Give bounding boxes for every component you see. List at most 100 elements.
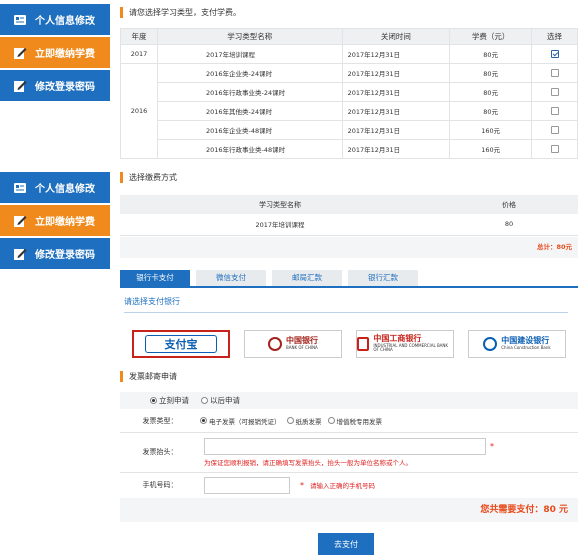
section-header-invoice: 发票邮寄申请 [120, 371, 177, 382]
tab-post-office[interactable]: 邮局汇款 [272, 270, 342, 286]
bank-option-icbc[interactable]: 中国工商银行 INDUSTRIAL AND COMMERCIAL BANK OF… [356, 330, 454, 358]
invoice-type-electronic[interactable]: 电子发票（可报销凭证） [200, 416, 281, 426]
year-cell: 2016 [120, 63, 158, 159]
column-header: 学习类型名称 [120, 195, 440, 214]
invoice-type-vat[interactable]: 增值税专用发票 [327, 416, 382, 426]
course-name-cell: 2016年行政事业类-24课时 [156, 82, 343, 102]
column-header: 选择 [531, 28, 578, 45]
select-checkbox[interactable] [550, 145, 559, 153]
section-title: 发票邮寄申请 [129, 372, 177, 381]
section-header-payment: 选择缴费方式 [120, 172, 177, 183]
select-checkbox[interactable] [550, 88, 559, 96]
password-edit-icon [14, 80, 27, 92]
invoice-title-input[interactable] [204, 437, 486, 455]
select-checkbox[interactable] [550, 107, 559, 115]
section-marker [120, 172, 123, 183]
sidebar-item-label: 修改登录密码 [35, 250, 95, 261]
ccb-logo: 中国建设银行 China Construction Bank [483, 337, 551, 351]
table-header-row: 年度 学习类型名称 关闭时间 学费（元） 选择 [120, 28, 578, 45]
tab-bank-transfer[interactable]: 银行汇款 [348, 270, 418, 286]
table-row: 2016年行政事业类-24课时 2017年12月31日 80元 [121, 82, 578, 102]
section-title: 选择缴费方式 [129, 173, 177, 182]
column-header: 学费（元） [449, 28, 533, 45]
phone-label: 手机号码： [120, 472, 200, 499]
course-name-cell: 2016年企业类-24课时 [156, 63, 343, 83]
phone-input[interactable] [204, 476, 290, 494]
payment-tabs: 银行卡支付 微信支付 邮局汇款 银行汇款 [120, 270, 578, 288]
select-checkbox[interactable] [550, 50, 559, 58]
radio-button[interactable] [201, 397, 208, 404]
radio-button[interactable] [200, 417, 207, 425]
bank-option-boc[interactable]: 中国银行 BANK OF CHINA [244, 330, 342, 358]
apply-now-option[interactable]: 立刻申请 [150, 395, 189, 406]
tab-bank-card[interactable]: 银行卡支付 [120, 270, 190, 286]
select-checkbox[interactable] [550, 69, 559, 77]
invoice-form: 发票类型： 电子发票（可报销凭证） 纸质发票 增值税专用发票 发票抬头： * 为… [120, 410, 578, 499]
column-header: 学习类型名称 [156, 28, 343, 45]
course-name-cell: 2016年行政事业类-48课时 [156, 139, 343, 159]
option-label: 立刻申请 [159, 396, 189, 405]
course-name-cell: 2017年培训课程 [156, 44, 343, 64]
bank-select-label: 请选择支付银行 [124, 297, 180, 306]
fee-cell: 80元 [449, 44, 533, 64]
table-row: 2017年培训课程 80 [120, 214, 578, 236]
sidebar-item-label: 立即缴纳学费 [35, 49, 95, 60]
invoice-type-label: 发票类型： [120, 410, 200, 433]
summary-table: 学习类型名称 价格 2017年培训课程 80 [120, 195, 578, 236]
table-row: 2016年行政事业类-48课时 2017年12月31日 160元 [121, 139, 578, 159]
required-mark: * [300, 480, 304, 490]
fee-cell: 80元 [449, 82, 533, 102]
table-row: 2016 2016年企业类-24课时 2017年12月31日 80元 [120, 63, 578, 159]
fee-cell: 80元 [449, 101, 533, 121]
go-pay-button[interactable]: 去支付 [318, 533, 374, 555]
column-header: 关闭时间 [341, 28, 451, 45]
fee-cell: 160元 [449, 120, 533, 140]
fee-cell: 160元 [449, 139, 533, 159]
close-time-cell: 2017年12月31日 [341, 44, 451, 64]
required-mark: * [490, 441, 494, 451]
table-row: 2016年其他类-24课时 2017年12月31日 80元 [121, 101, 578, 121]
sidebar-item-password[interactable]: 修改登录密码 [0, 238, 110, 269]
section-header-course: 请您选择学习类型，支付学费。 [120, 7, 241, 18]
select-checkbox[interactable] [550, 126, 559, 134]
sidebar-menu-bottom: 个人信息修改 立即缴纳学费 修改登录密码 [0, 172, 110, 271]
table-header-row: 学习类型名称 价格 [120, 195, 578, 214]
bank-option-alipay[interactable]: 支付宝 [132, 330, 230, 358]
apply-later-option[interactable]: 以后申请 [201, 395, 240, 406]
course-name-cell: 2016年其他类-24课时 [156, 101, 343, 121]
form-row: 发票抬头： * 为保证您顺利报销，请正确填写发票抬头，抬头一般为单位名称或个人。 [120, 432, 578, 473]
invoice-title-hint: 为保证您顺利报销，请正确填写发票抬头，抬头一般为单位名称或个人。 [204, 458, 412, 467]
section-marker [120, 7, 123, 18]
close-time-cell: 2017年12月31日 [341, 120, 451, 140]
payment-edit-icon [14, 47, 27, 59]
payment-edit-icon [14, 215, 27, 227]
close-time-cell: 2017年12月31日 [341, 139, 451, 159]
sidebar-item-payment[interactable]: 立即缴纳学费 [0, 37, 110, 68]
bank-option-ccb[interactable]: 中国建设银行 China Construction Bank [468, 330, 566, 358]
invoice-apply-options: 立刻申请 以后申请 [120, 392, 578, 409]
invoice-type-paper[interactable]: 纸质发票 [286, 416, 322, 426]
profile-card-icon [14, 182, 26, 193]
course-name-cell: 2017年培训课程 [120, 214, 440, 236]
close-time-cell: 2017年12月31日 [341, 101, 451, 121]
option-label: 纸质发票 [295, 417, 322, 426]
table-row: 2017 2017年培训课程 2017年12月31日 80元 [120, 44, 578, 64]
summary-total: 总计：80元 [120, 237, 578, 258]
fee-cell: 80元 [449, 63, 533, 83]
sidebar-item-profile[interactable]: 个人信息修改 [0, 172, 110, 203]
price-cell: 80 [440, 214, 578, 236]
profile-card-icon [14, 14, 26, 25]
radio-button[interactable] [286, 417, 294, 425]
alipay-logo: 支付宝 [145, 335, 217, 353]
sidebar-item-profile[interactable]: 个人信息修改 [0, 4, 110, 35]
year-cell: 2017 [120, 44, 158, 64]
radio-button[interactable] [327, 417, 335, 425]
sidebar-item-password[interactable]: 修改登录密码 [0, 70, 110, 101]
radio-button[interactable] [150, 397, 157, 404]
section-title: 请您选择学习类型，支付学费。 [129, 8, 241, 17]
column-header: 价格 [440, 195, 578, 214]
sidebar-item-payment[interactable]: 立即缴纳学费 [0, 205, 110, 236]
sidebar-menu-top: 个人信息修改 立即缴纳学费 修改登录密码 [0, 4, 110, 103]
option-label: 以后申请 [210, 396, 240, 405]
tab-wechat[interactable]: 微信支付 [196, 270, 266, 286]
